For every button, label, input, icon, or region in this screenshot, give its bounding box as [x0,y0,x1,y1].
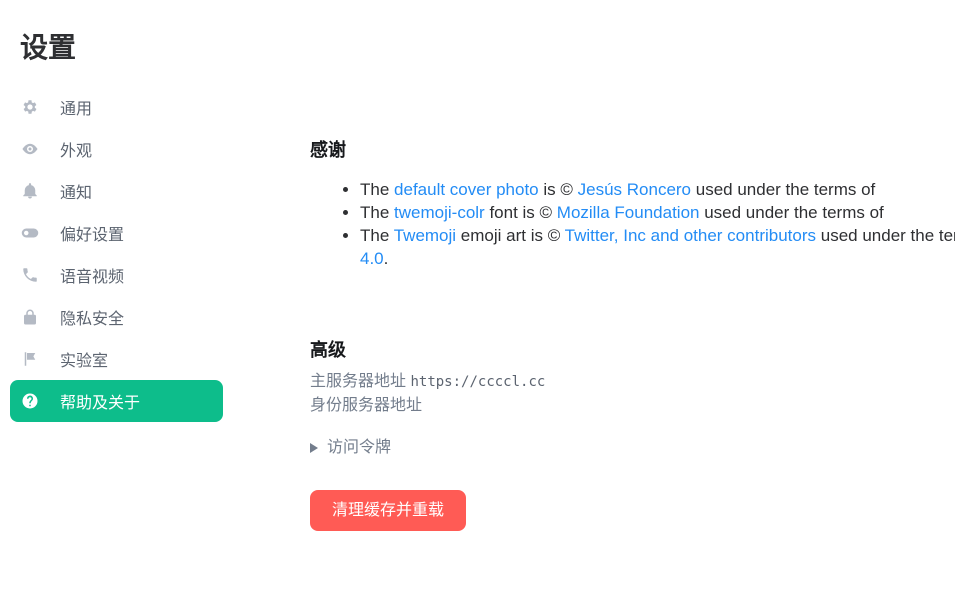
advanced-heading: 高级 [310,340,346,360]
page-title: 设置 [20,32,77,63]
sidebar-item-appearance[interactable]: 外观 [10,128,223,170]
credit-text: used under the terms of [699,203,884,222]
settings-sidebar: 通用 外观 通知 偏好设置 语音视频 隐私安全 实验室 帮助及关于 [10,86,223,422]
twemoji-colr-link[interactable]: twemoji-colr [394,203,485,222]
identity-server-row: 身份服务器地址 [310,394,955,418]
credit-text: font is © [484,203,557,222]
access-token-label: 访问令牌 [327,439,392,456]
homeserver-label: 主服务器地址 [310,373,407,390]
twitter-link[interactable]: Twitter, Inc and other contributors [565,226,816,245]
credit-text: The [360,180,395,199]
sidebar-item-label: 隐私安全 [60,311,125,328]
toggle-icon [20,223,40,243]
bell-icon [20,181,40,201]
advanced-section: 高级 主服务器地址 https://ccccl.cc 身份服务器地址 访问令牌 … [310,330,955,531]
eye-icon [20,139,40,159]
settings-content: 感谢 The default cover photo is © Jesús Ro… [310,130,955,531]
homeserver-value: https://ccccl.cc [410,374,546,390]
credit-item: The Twemoji emoji art is © Twitter, Inc … [360,224,955,270]
clear-cache-reload-button[interactable]: 清理缓存并重载 [310,490,467,531]
credit-item: The twemoji-colr font is © Mozilla Found… [360,201,955,224]
sidebar-item-labs[interactable]: 实验室 [10,338,223,380]
access-token-toggle[interactable]: 访问令牌 [310,436,955,460]
sidebar-item-voice-video[interactable]: 语音视频 [10,254,223,296]
help-icon [20,391,40,411]
credit-text: used under the terms of [820,226,955,245]
sidebar-item-label: 通知 [60,185,93,202]
homeserver-row: 主服务器地址 https://ccccl.cc [310,370,955,394]
sidebar-item-general[interactable]: 通用 [10,86,223,128]
phone-icon [20,265,40,285]
flag-icon [20,349,40,369]
mozilla-link[interactable]: Mozilla Foundation [557,203,700,222]
lock-icon [20,307,40,327]
sidebar-item-notifications[interactable]: 通知 [10,170,223,212]
sidebar-item-preferences[interactable]: 偏好设置 [10,212,223,254]
credit-text: used under the terms of [691,180,876,199]
credit-text: The [360,226,394,245]
credits-heading: 感谢 [310,140,346,160]
author-link[interactable]: Jesús Roncero [578,180,691,199]
credits-list: The default cover photo is © Jesús Ronce… [310,178,955,270]
sidebar-item-help-about[interactable]: 帮助及关于 [10,380,223,422]
settings-page: 设置 通用 外观 通知 偏好设置 语音视频 隐私安全 实验室 帮助及关于 感谢 … [0,0,955,592]
gear-icon [20,97,40,117]
credit-text: emoji art is © [456,226,565,245]
sidebar-item-label: 实验室 [60,353,109,370]
credits-section: 感谢 The default cover photo is © Jesús Ro… [310,130,955,270]
cover-photo-link[interactable]: default cover photo [394,180,539,199]
twemoji-link[interactable]: Twemoji [394,226,456,245]
sidebar-item-label: 偏好设置 [60,227,125,244]
credit-text: is © [538,180,578,199]
sidebar-item-label: 外观 [60,143,93,160]
credit-text: . [383,249,389,268]
sidebar-item-label: 语音视频 [60,269,125,286]
caret-right-icon [310,443,318,453]
credit-item: The default cover photo is © Jesús Ronce… [360,178,955,201]
sidebar-item-label: 帮助及关于 [60,395,141,412]
credit-text: The [360,203,395,222]
identity-server-label: 身份服务器地址 [310,397,423,414]
sidebar-item-security[interactable]: 隐私安全 [10,296,223,338]
sidebar-item-label: 通用 [60,101,93,118]
